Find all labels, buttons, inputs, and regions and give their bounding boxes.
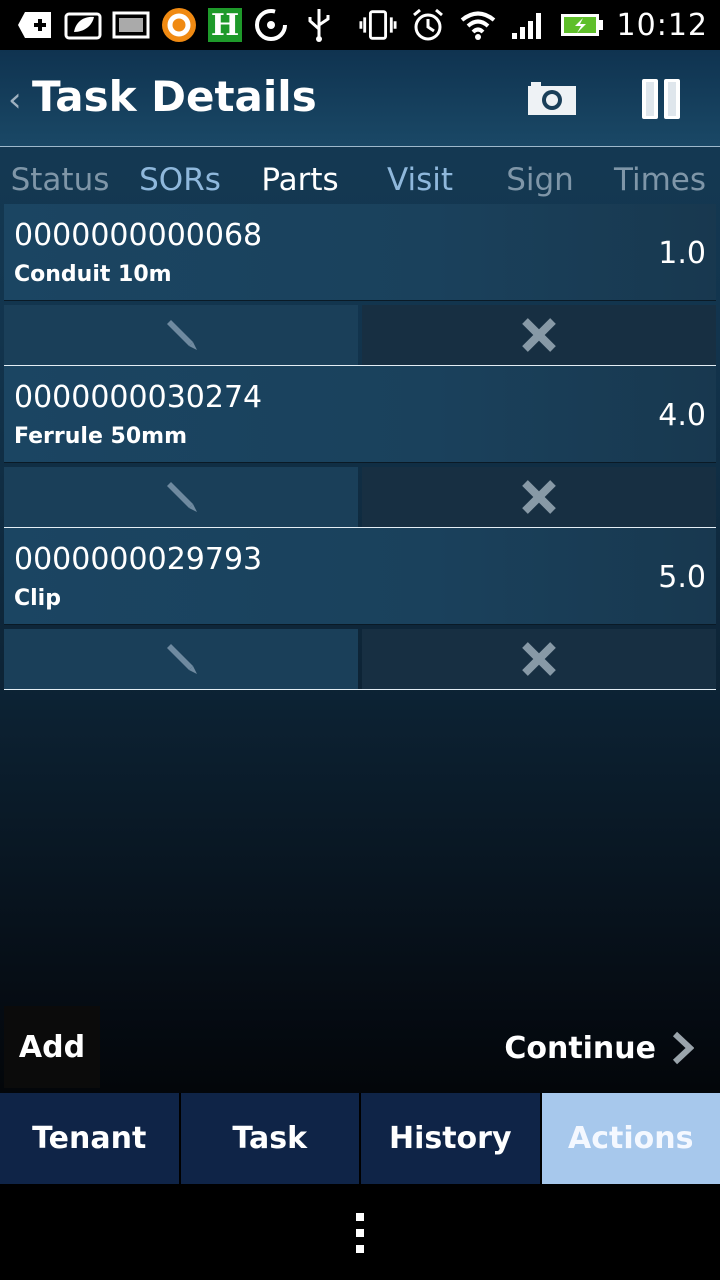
camera-icon[interactable] — [527, 80, 577, 116]
parts-list: 0000000000068 Conduit 10m 1.0 0000000030… — [4, 204, 716, 690]
notification-icons: H — [0, 7, 338, 43]
part-code: 0000000000068 — [14, 218, 263, 253]
pencil-icon — [167, 644, 197, 674]
delete-button[interactable] — [362, 305, 716, 365]
part-description: Clip — [14, 586, 61, 611]
delete-button[interactable] — [362, 467, 716, 527]
tab-status[interactable]: Status — [0, 150, 120, 206]
signal-icon — [509, 8, 547, 42]
part-quantity: 5.0 — [658, 560, 706, 595]
tab-parts[interactable]: Parts — [240, 150, 360, 206]
overflow-menu-icon[interactable] — [354, 1213, 366, 1253]
battery-icon — [559, 8, 605, 42]
part-row[interactable]: 0000000000068 Conduit 10m 1.0 — [4, 204, 716, 301]
edit-button[interactable] — [4, 629, 358, 689]
part-actions — [4, 629, 716, 690]
bottom-tab-bar: Tenant Task History Actions — [0, 1093, 720, 1184]
part-quantity: 4.0 — [658, 398, 706, 433]
wifi-icon — [459, 8, 497, 42]
continue-label: Continue — [504, 1030, 656, 1066]
edit-button[interactable] — [4, 305, 358, 365]
tab-visit[interactable]: Visit — [360, 150, 480, 206]
part-code: 0000000029793 — [14, 542, 263, 577]
close-icon — [522, 642, 556, 676]
h-app-letter: H — [210, 7, 240, 43]
vibrate-icon — [359, 8, 397, 42]
add-button[interactable]: Add — [4, 1006, 100, 1088]
list-item: 0000000000068 Conduit 10m 1.0 — [4, 204, 716, 366]
status-bar: H 10:12 — [0, 0, 720, 50]
part-row[interactable]: 0000000030274 Ferrule 50mm 4.0 — [4, 366, 716, 463]
usb-icon — [300, 8, 338, 42]
tab-sign[interactable]: Sign — [480, 150, 600, 206]
clock: 10:12 — [616, 7, 708, 43]
list-item: 0000000030274 Ferrule 50mm 4.0 — [4, 366, 716, 528]
edit-button[interactable] — [4, 467, 358, 527]
pencil-icon — [167, 320, 197, 350]
pause-icon[interactable] — [640, 76, 684, 122]
back-chevron-icon[interactable]: ‹ — [8, 80, 22, 120]
close-icon — [522, 480, 556, 514]
pencil-icon — [167, 482, 197, 512]
part-code: 0000000030274 — [14, 380, 263, 415]
part-actions — [4, 467, 716, 528]
close-icon — [522, 318, 556, 352]
page-title: Task Details — [32, 72, 317, 121]
app-circle-icon — [160, 8, 198, 42]
tab-history[interactable]: History — [361, 1093, 540, 1184]
part-actions — [4, 305, 716, 366]
tab-actions[interactable]: Actions — [541, 1093, 720, 1184]
part-row[interactable]: 0000000029793 Clip 5.0 — [4, 528, 716, 625]
add-icon — [16, 8, 54, 42]
part-quantity: 1.0 — [658, 236, 706, 271]
title-bar: ‹ Task Details — [0, 50, 720, 147]
list-item: 0000000029793 Clip 5.0 — [4, 528, 716, 690]
tab-sors[interactable]: SORs — [120, 150, 240, 206]
part-description: Conduit 10m — [14, 262, 172, 287]
part-description: Ferrule 50mm — [14, 424, 188, 449]
h-app-icon: H — [208, 7, 242, 43]
tab-task[interactable]: Task — [180, 1093, 359, 1184]
alarm-icon — [409, 8, 447, 42]
image-icon — [112, 8, 150, 42]
app-content: ‹ Task Details Status SORs Parts Visit S… — [0, 50, 720, 1185]
delete-button[interactable] — [362, 629, 716, 689]
chevron-right-icon — [672, 1031, 694, 1065]
detail-tabs: Status SORs Parts Visit Sign Times — [0, 150, 720, 206]
continue-button[interactable]: Continue — [504, 1020, 694, 1076]
tab-times[interactable]: Times — [600, 150, 720, 206]
leaf-message-icon — [64, 8, 102, 42]
system-icons: 10:12 — [359, 8, 720, 43]
sync-icon — [252, 8, 290, 42]
tab-tenant[interactable]: Tenant — [0, 1093, 179, 1184]
system-nav-bar — [0, 1185, 720, 1280]
